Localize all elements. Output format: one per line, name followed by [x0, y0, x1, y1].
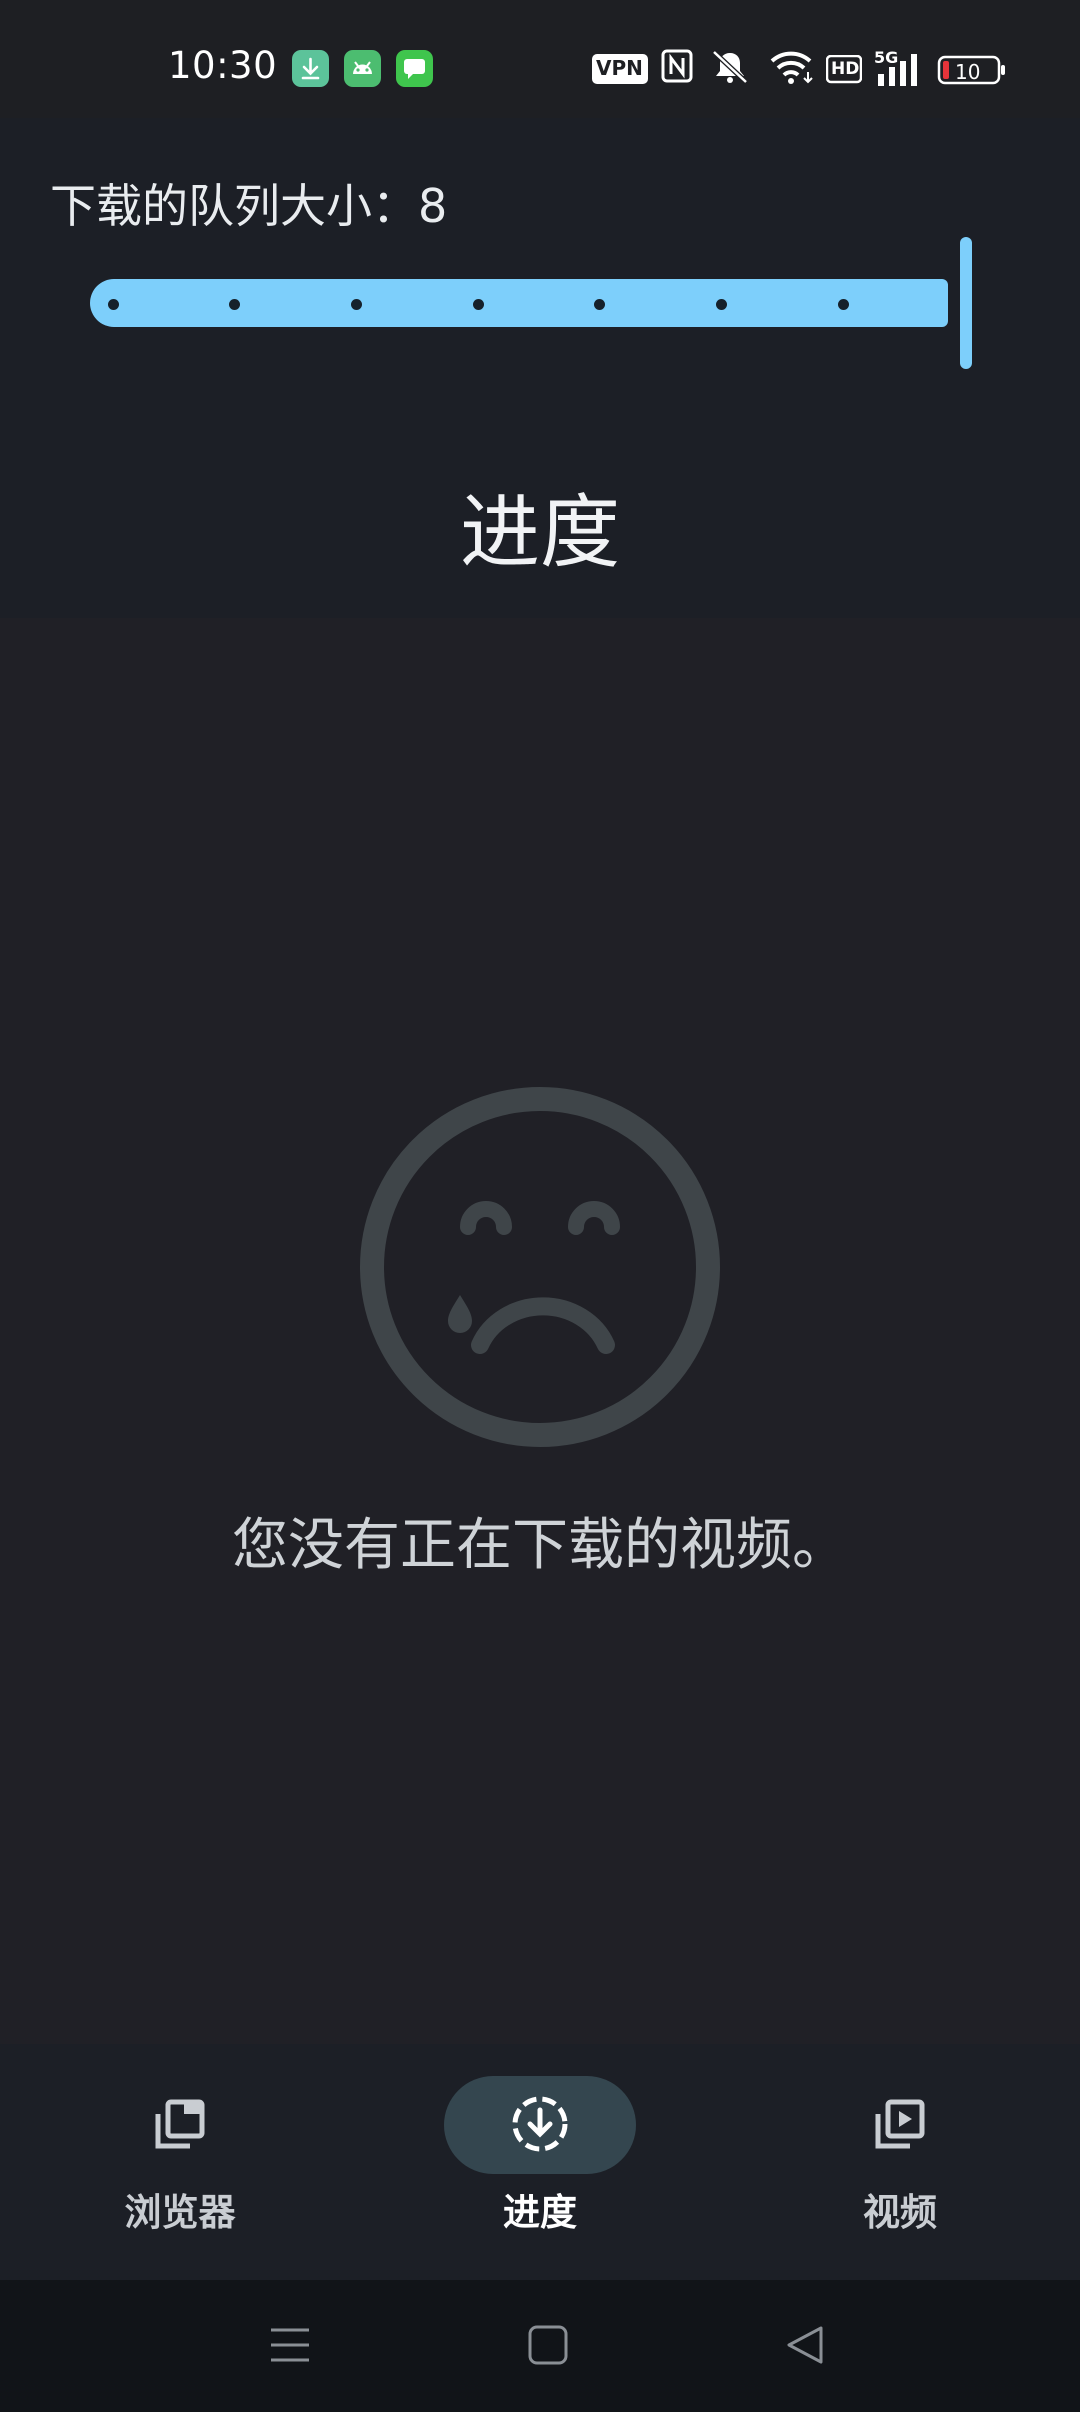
browser-tabs-icon: [155, 2099, 205, 2149]
wifi-icon: [768, 48, 816, 92]
queue-size-slider-track[interactable]: [90, 279, 948, 327]
queue-size-slider-thumb[interactable]: [960, 237, 972, 369]
slider-tick: [473, 299, 484, 310]
sad-face-icon: [360, 1087, 720, 1447]
download-notification-icon: [292, 50, 329, 87]
clock: 10:30: [168, 44, 278, 87]
battery-icon: 10: [937, 48, 1007, 92]
slider-tick: [108, 299, 119, 310]
slider-tick: [716, 299, 727, 310]
vpn-badge: VPN: [592, 48, 648, 92]
message-notification-icon: [396, 50, 433, 87]
bottom-navigation: 浏览器 进度 视频: [0, 2044, 1080, 2280]
menu-icon[interactable]: [265, 2320, 315, 2370]
nav-item-browser[interactable]: 浏览器: [0, 2044, 360, 2280]
hd-badge: HD: [826, 48, 862, 92]
system-navigation-bar: [0, 2280, 1080, 2412]
header: 下载的队列大小：8 进度: [0, 118, 1080, 618]
status-bar: 10:30 VPN HD 5G 10: [0, 0, 1080, 118]
empty-message: 您没有正在下载的视频。: [232, 1513, 848, 1578]
download-progress-icon: [512, 2096, 568, 2152]
signal-icon: 5G: [874, 48, 924, 92]
nfc-icon: [661, 48, 693, 92]
home-icon[interactable]: [523, 2320, 573, 2370]
slider-tick: [351, 299, 362, 310]
page-title: 进度: [460, 486, 620, 579]
nav-item-videos[interactable]: 视频: [720, 2044, 1080, 2280]
slider-tick: [229, 299, 240, 310]
nav-label-browser: 浏览器: [124, 2191, 236, 2234]
queue-size-label: 下载的队列大小：8: [50, 179, 448, 233]
nav-label-progress: 进度: [503, 2191, 577, 2234]
back-icon[interactable]: [781, 2320, 831, 2370]
slider-tick: [838, 299, 849, 310]
slider-tick: [594, 299, 605, 310]
mute-icon: [708, 48, 752, 92]
video-library-icon: [875, 2099, 925, 2149]
nav-item-progress[interactable]: 进度: [360, 2044, 720, 2280]
nav-label-videos: 视频: [863, 2191, 937, 2234]
android-notification-icon: [344, 50, 381, 87]
